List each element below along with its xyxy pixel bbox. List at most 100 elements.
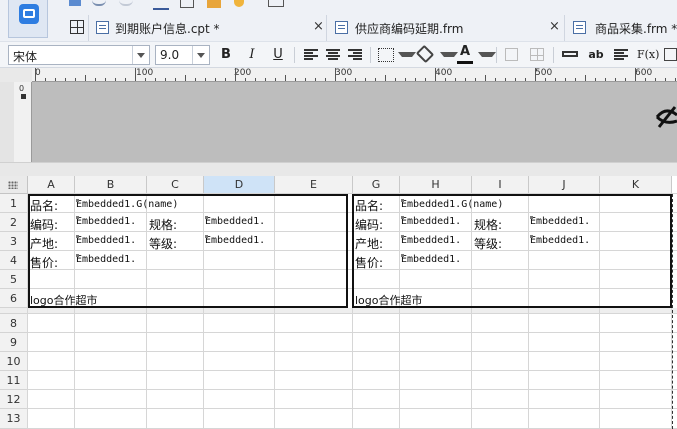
ruler-tick xyxy=(115,78,116,81)
ruler-tick xyxy=(465,78,466,81)
column-header-e[interactable]: E xyxy=(275,176,353,194)
column-header-g[interactable]: G xyxy=(353,176,400,194)
chevron-down-icon[interactable] xyxy=(478,52,496,57)
list-icon[interactable] xyxy=(614,49,628,61)
column-header-b[interactable]: B xyxy=(75,176,147,194)
ruler-tick xyxy=(615,78,616,81)
ruler-tick xyxy=(325,78,326,81)
ruler-tick xyxy=(185,75,186,81)
app-menu-button[interactable] xyxy=(8,0,48,38)
formula-button[interactable]: F(x) xyxy=(637,45,659,65)
hide-eye-icon[interactable] xyxy=(655,103,677,129)
tab-supplier-code[interactable]: 供应商编码延期.frm × xyxy=(326,15,564,41)
align-center-icon[interactable] xyxy=(326,49,340,61)
ruler-tick xyxy=(395,78,396,81)
row-header-3[interactable]: 3 xyxy=(0,232,28,251)
column-header-i[interactable]: I xyxy=(472,176,529,194)
italic-button[interactable]: I xyxy=(244,45,260,65)
embedded-field[interactable]: Embedded1. xyxy=(401,235,471,246)
form-file-icon xyxy=(335,21,348,34)
ruler-tick xyxy=(225,78,226,81)
text-button[interactable]: ab xyxy=(586,45,606,65)
ruler-tick xyxy=(285,75,286,81)
font-family-select[interactable]: 宋体 xyxy=(8,45,150,65)
cut-icon[interactable] xyxy=(153,0,169,10)
ruler-tick xyxy=(545,78,546,81)
ruler-tick xyxy=(105,78,106,81)
ruler-tick xyxy=(605,78,606,81)
row-header-10[interactable]: 10 xyxy=(0,352,28,371)
row-header-9[interactable]: 9 xyxy=(0,333,28,352)
new-icon[interactable] xyxy=(66,0,84,9)
row-header-13[interactable]: 13 xyxy=(0,409,28,429)
vertical-ruler: 0 xyxy=(14,82,32,162)
embedded-field[interactable]: Embedded1. xyxy=(401,254,471,265)
row-header-11[interactable]: 11 xyxy=(0,371,28,390)
grid-toggle[interactable] xyxy=(60,15,84,41)
select-all-corner[interactable] xyxy=(0,176,28,194)
row-header-5[interactable]: 5 xyxy=(0,270,28,289)
ruler-tick xyxy=(435,68,436,81)
font-size-select[interactable]: 9.0 xyxy=(155,45,210,65)
row-header-8[interactable]: 8 xyxy=(0,314,28,333)
chevron-down-icon[interactable] xyxy=(132,46,149,64)
column-header-d[interactable]: D xyxy=(204,176,275,194)
embedded-field[interactable]: Embedded1. xyxy=(530,216,599,227)
field-label: 编码: xyxy=(355,218,384,232)
tab-product-collect[interactable]: 商品采集.frm * xyxy=(564,15,677,41)
ruler-tick xyxy=(85,75,86,81)
column-header-a[interactable]: A xyxy=(28,176,75,194)
field-label: 产地: xyxy=(30,237,59,251)
ruler-tick xyxy=(365,78,366,81)
column-header-k[interactable]: K xyxy=(600,176,672,194)
chevron-down-icon[interactable] xyxy=(192,46,209,64)
embedded-field[interactable]: Embedded1. xyxy=(76,235,146,246)
embedded-field[interactable]: Embedded1. xyxy=(530,235,599,246)
chevron-down-icon[interactable] xyxy=(440,52,458,57)
font-color-icon[interactable]: A xyxy=(457,45,473,64)
ruler-tick xyxy=(405,78,406,81)
ruler-label: 400 xyxy=(435,68,453,78)
tab-expired-accounts[interactable]: 到期账户信息.cpt * × xyxy=(88,15,326,41)
ruler-tick xyxy=(505,78,506,81)
row-header-1[interactable]: 1 xyxy=(0,194,28,213)
bold-button[interactable]: B xyxy=(218,45,234,65)
embedded-field-name[interactable]: Embedded1.G(name) xyxy=(401,199,601,210)
embedded-field-name[interactable]: Embedded1.G(name) xyxy=(76,199,276,210)
embedded-field[interactable]: Embedded1. xyxy=(205,235,274,246)
row-header-2[interactable]: 2 xyxy=(0,213,28,232)
ruler-tick xyxy=(175,78,176,81)
embedded-field[interactable]: Embedded1. xyxy=(76,254,146,265)
close-icon[interactable]: × xyxy=(549,19,560,34)
paste-icon[interactable] xyxy=(207,0,221,8)
column-header-c[interactable]: C xyxy=(147,176,204,194)
font-size-value: 9.0 xyxy=(160,48,180,62)
ruler-tick xyxy=(535,68,536,81)
field-label: 售价: xyxy=(355,256,384,270)
ruler-tick xyxy=(635,68,636,81)
align-right-icon[interactable] xyxy=(348,49,362,61)
row-header-4[interactable]: 4 xyxy=(0,251,28,270)
ruler-tick xyxy=(95,78,96,81)
embedded-field[interactable]: Embedded1. xyxy=(401,216,471,227)
ruler-label: 100 xyxy=(136,68,154,78)
column-header-h[interactable]: H xyxy=(400,176,472,194)
insert-row-icon[interactable] xyxy=(562,51,578,57)
fill-color-icon[interactable] xyxy=(415,44,435,64)
embedded-field[interactable]: Embedded1. xyxy=(76,216,146,227)
border-icon[interactable] xyxy=(378,48,394,62)
row-header-6[interactable]: 6 xyxy=(0,289,28,308)
underline-button[interactable]: U xyxy=(270,45,286,65)
close-icon[interactable]: × xyxy=(313,19,324,34)
copy-icon[interactable] xyxy=(180,0,194,8)
ruler-tick xyxy=(345,78,346,81)
chevron-down-icon[interactable] xyxy=(398,52,416,57)
row-header-12[interactable]: 12 xyxy=(0,390,28,409)
ruler-label: 600 xyxy=(635,68,653,78)
separator xyxy=(496,47,497,63)
embedded-field[interactable]: Embedded1. xyxy=(205,216,274,227)
preview-icon[interactable] xyxy=(268,0,284,7)
chart-icon[interactable] xyxy=(664,48,677,61)
align-left-icon[interactable] xyxy=(304,49,318,61)
column-header-j[interactable]: J xyxy=(529,176,600,194)
